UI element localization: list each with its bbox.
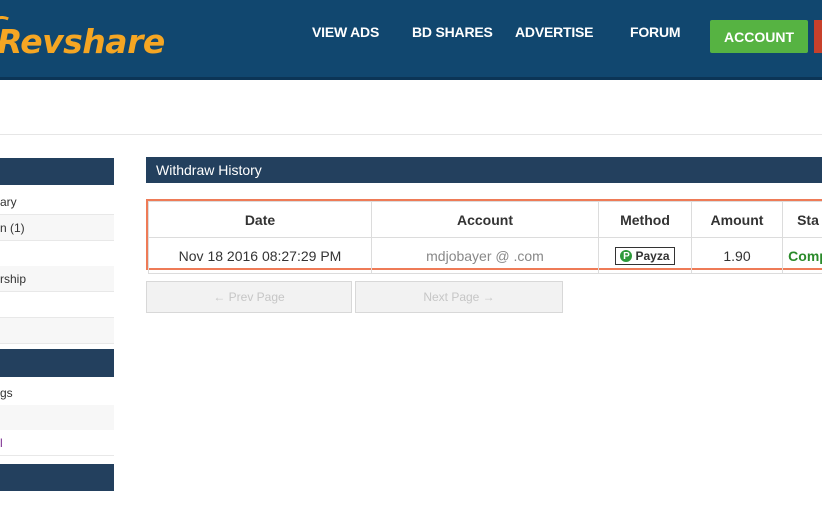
sidebar-section-header-3 [0, 464, 114, 491]
cell-status: Comp [782, 237, 822, 274]
subheader-divider [0, 134, 822, 135]
next-page-button[interactable]: Next Page → [355, 281, 563, 313]
prev-page-button[interactable]: ← Prev Page [146, 281, 352, 313]
nav-forum[interactable]: FORUM [630, 24, 681, 44]
table-header-row: Date Account Method Amount Sta [148, 201, 822, 238]
sidebar-item-blank-1[interactable] [0, 241, 114, 267]
sidebar-item-label: l [0, 435, 3, 450]
sidebar-item-blank-2[interactable] [0, 292, 114, 318]
sidebar-section-header-1 [0, 158, 114, 185]
withdraw-history-header: Withdraw History [146, 157, 822, 183]
payza-logo-icon: P [620, 250, 633, 263]
top-navigation-bar: Revshare VIEW ADS BD SHARES ADVERTISE FO… [0, 0, 822, 80]
table-row: Nov 18 2016 08:27:29 PM mdjobayer @ .com… [148, 237, 822, 274]
payza-label: Payza [635, 249, 670, 264]
nav-bd-shares[interactable]: BD SHARES [412, 24, 493, 44]
cell-date: Nov 18 2016 08:27:29 PM [148, 237, 372, 274]
withdraw-history-table: Date Account Method Amount Sta Nov 18 20… [146, 199, 822, 274]
logout-button-partial[interactable] [814, 20, 822, 53]
sidebar-item-blank-3[interactable] [0, 318, 114, 344]
payza-badge: P Payza [615, 247, 675, 266]
sidebar-item-label: n (1) [0, 220, 25, 235]
column-header-account: Account [371, 201, 599, 238]
account-button[interactable]: ACCOUNT [710, 20, 808, 53]
panel-title: Withdraw History [156, 162, 262, 178]
sidebar-item-summary[interactable]: ary [0, 189, 114, 215]
column-header-date: Date [148, 201, 372, 238]
nav-view-ads[interactable]: VIEW ADS [312, 24, 379, 44]
sidebar-item-blank-4[interactable] [0, 405, 114, 431]
column-header-status: Sta [782, 201, 822, 238]
sidebar-item-label: ary [0, 194, 17, 209]
cell-amount: 1.90 [691, 237, 783, 274]
column-header-amount: Amount [691, 201, 783, 238]
sidebar-item-withdrawal[interactable]: l [0, 430, 114, 456]
sidebar-item-settings[interactable]: gs [0, 380, 114, 406]
sidebar-item-notifications[interactable]: n (1) [0, 215, 114, 241]
sidebar-section-header-2 [0, 349, 114, 377]
logo-text: Revshare [0, 21, 165, 61]
sidebar-item-membership[interactable]: rship [0, 266, 114, 292]
cell-account: mdjobayer @ .com [371, 237, 599, 274]
cell-method: P Payza [598, 237, 692, 274]
sidebar-item-label: rship [0, 271, 27, 286]
site-logo[interactable]: Revshare [0, 11, 168, 64]
column-header-method: Method [598, 201, 692, 238]
nav-advertise[interactable]: ADVERTISE [515, 24, 594, 44]
sidebar-item-label: gs [0, 385, 13, 400]
